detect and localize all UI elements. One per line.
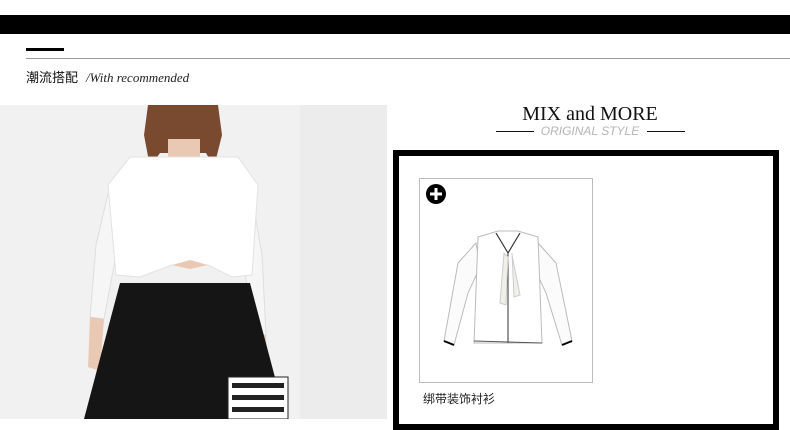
product-name[interactable]: 绑带装饰衬衫 bbox=[423, 390, 495, 407]
product-card[interactable] bbox=[419, 178, 593, 383]
top-bar bbox=[0, 15, 790, 34]
product-image bbox=[443, 230, 573, 346]
section-accent bbox=[26, 48, 64, 51]
model-photo bbox=[0, 105, 387, 419]
mix-subtitle: ORIGINAL STYLE bbox=[540, 124, 640, 138]
plus-circle-icon[interactable] bbox=[426, 184, 446, 204]
section-divider bbox=[26, 58, 790, 59]
model-illustration bbox=[0, 105, 387, 419]
section-header: 潮流搭配/With recommended bbox=[26, 67, 189, 87]
mix-title: MIX and MORE bbox=[522, 103, 658, 125]
section-subtitle: /With recommended bbox=[86, 70, 190, 85]
section-title: 潮流搭配 bbox=[26, 71, 79, 86]
